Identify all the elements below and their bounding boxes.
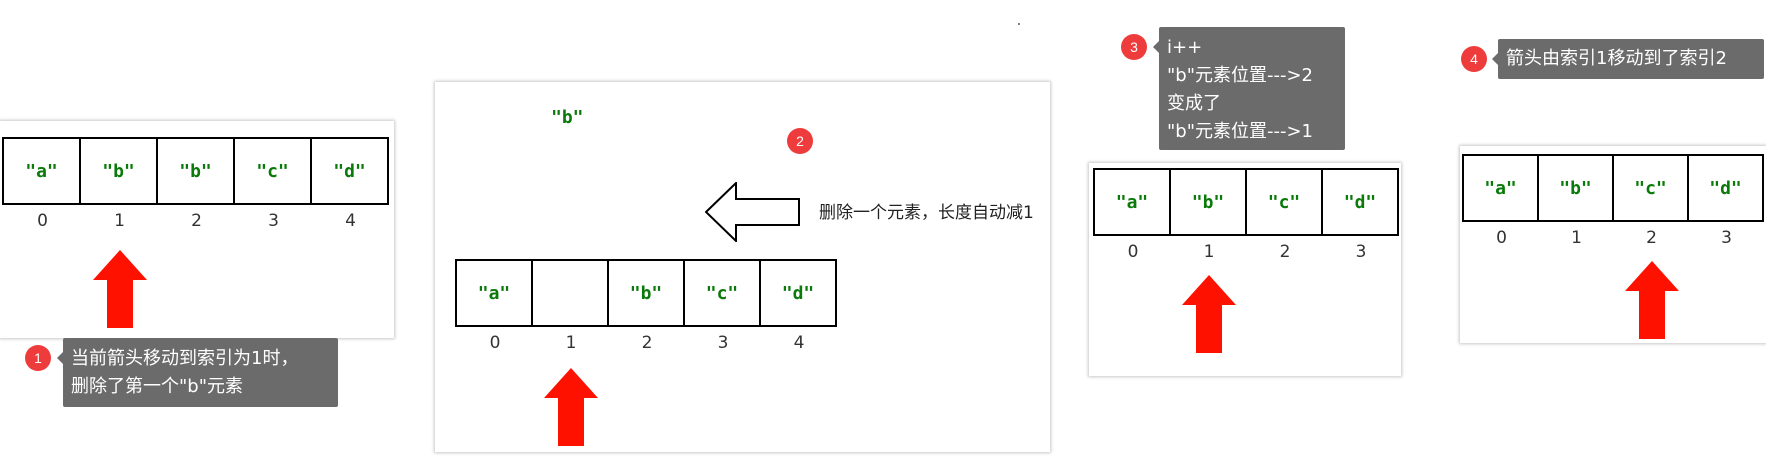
callout-line: 当前箭头移动到索引为1时，: [71, 348, 299, 369]
callout-pointer: [57, 352, 63, 364]
array-cell: "a": [1464, 154, 1539, 222]
index-label: 0: [37, 211, 48, 231]
index-label: 3: [1355, 242, 1367, 262]
index-row: 0 1 2 3 4: [457, 331, 837, 355]
shift-note: 删除一个元素，长度自动减1: [819, 203, 1034, 223]
stray-dot: [1018, 23, 1020, 25]
step4-callout: 箭头由索引1移动到了索引2: [1492, 39, 1764, 79]
array-cell: "a": [457, 259, 533, 327]
array-cell: "d": [1689, 154, 1764, 222]
index-label: 3: [1721, 228, 1732, 248]
step-badge: 1: [25, 345, 51, 371]
step1-callout: 当前箭头移动到索引为1时， 删除了第一个"b"元素: [57, 338, 338, 407]
step-badge: 4: [1461, 46, 1487, 72]
index-label: 3: [268, 211, 279, 231]
index-label: 1: [1203, 242, 1215, 262]
array-cell: "d": [1323, 168, 1399, 236]
array-cell: "c": [235, 137, 312, 205]
callout-pointer: [1492, 53, 1498, 65]
step1-panel: "a" "b" "b" "c" "d" 0 1 2 3 4: [0, 121, 394, 338]
array-cell: "b": [158, 137, 235, 205]
index-row: 0 1 2 3: [1095, 240, 1399, 264]
array-cell: "c": [1614, 154, 1689, 222]
array-cell: "c": [685, 259, 761, 327]
step3-callout: i++ "b"元素位置--->2 变成了 "b"元素位置--->1: [1153, 27, 1345, 150]
index-label: 2: [641, 333, 653, 353]
callout-line: 变成了: [1167, 93, 1221, 114]
array: "a" "b" "c" "d": [1093, 168, 1399, 236]
removed-element: "b": [551, 107, 584, 128]
callout-line: "b"元素位置--->2: [1167, 65, 1314, 86]
array-cell: "c": [1247, 168, 1323, 236]
callout-line: 删除了第一个"b"元素: [71, 376, 243, 397]
index-label: 1: [1571, 228, 1582, 248]
array-cell: "a": [4, 137, 81, 205]
index-label: 3: [717, 333, 729, 353]
step4-panel: "a" "b" "c" "d" 0 1 2 3: [1460, 146, 1766, 343]
red-up-arrow-icon: [1625, 261, 1679, 339]
index-label: 0: [1127, 242, 1139, 262]
red-up-arrow-icon: [544, 368, 598, 446]
array-cell: "a": [1095, 168, 1171, 236]
index-row: 0 1 2 3 4: [4, 209, 389, 233]
array: "a" "b" "b" "c" "d": [2, 137, 389, 205]
red-up-arrow-icon: [1182, 275, 1236, 353]
index-label: 0: [1496, 228, 1507, 248]
array: "a" "b" "c" "d": [1462, 154, 1764, 222]
callout-line: i++: [1167, 37, 1203, 58]
step-badge: 3: [1121, 34, 1147, 60]
index-label: 2: [1279, 242, 1291, 262]
array: "a" "b" "c" "d": [455, 259, 837, 327]
array-cell: "b": [609, 259, 685, 327]
array-cell-empty: [533, 259, 609, 327]
step2-panel: "b" 2 删除一个元素，长度自动减1 "a" "b" "c" "d" 0 1 …: [435, 82, 1050, 452]
index-label: 1: [565, 333, 577, 353]
callout-pointer: [1153, 41, 1159, 53]
step-badge: 2: [787, 128, 813, 154]
index-label: 0: [489, 333, 501, 353]
index-label: 2: [191, 211, 202, 231]
callout-line: "b"元素位置--->1: [1167, 121, 1314, 142]
array-cell: "d": [761, 259, 837, 327]
step3-panel: "a" "b" "c" "d" 0 1 2 3: [1089, 163, 1401, 376]
index-label: 4: [793, 333, 805, 353]
callout-line: 箭头由索引1移动到了索引2: [1506, 48, 1727, 69]
red-up-arrow-icon: [93, 250, 147, 328]
array-cell: "d": [312, 137, 389, 205]
array-cell: "b": [81, 137, 158, 205]
index-label: 1: [114, 211, 125, 231]
index-row: 0 1 2 3: [1464, 226, 1764, 250]
array-cell: "b": [1539, 154, 1614, 222]
index-label: 2: [1646, 228, 1657, 248]
hollow-left-arrow-icon: [705, 182, 800, 242]
index-label: 4: [345, 211, 356, 231]
array-cell: "b": [1171, 168, 1247, 236]
